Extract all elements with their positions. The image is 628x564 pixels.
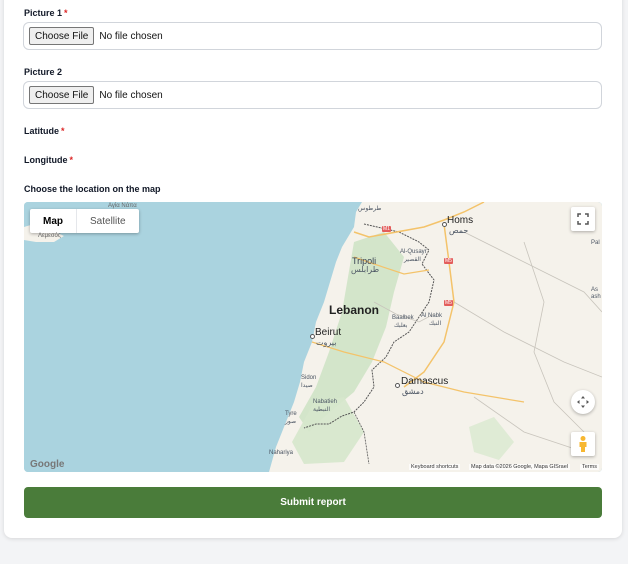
map-label-tyre-ar: صور: [285, 419, 297, 425]
picture2-file-status: No file chosen: [99, 89, 163, 101]
map-type-satellite-button[interactable]: Satellite: [76, 209, 139, 233]
damascus-marker: [395, 383, 400, 388]
latitude-label: Latitude *: [24, 126, 65, 136]
map-label-al-nabk: Al Nabk: [421, 313, 443, 319]
picture2-label: Picture 2: [24, 67, 63, 77]
map-label-lebanon: Lebanon: [329, 303, 379, 317]
map-label-ash: ash: [591, 294, 601, 300]
fullscreen-icon: [577, 213, 589, 225]
camera-control-button[interactable]: [571, 390, 595, 414]
picture1-file-status: No file chosen: [99, 30, 163, 42]
map-terms-link[interactable]: Terms: [580, 464, 599, 470]
map-label-al-nabk-ar: النبك: [429, 321, 442, 327]
map-label-as: As: [591, 287, 599, 293]
map-label-tyre: Tyre: [285, 411, 297, 417]
picture2-file-input[interactable]: Choose File No file chosen: [23, 81, 602, 109]
highway-shield-m5-north: M5: [444, 258, 453, 264]
location-map[interactable]: Map Satellite Lebanon Homs حمص Tripoli ط…: [24, 202, 602, 472]
picture2-choose-file-button[interactable]: Choose File: [29, 86, 95, 104]
longitude-label: Longitude *: [24, 155, 74, 165]
google-logo: Google: [30, 459, 65, 470]
street-view-pegman[interactable]: [571, 432, 595, 456]
map-label-beirut-ar: بيروت: [316, 338, 337, 347]
map-section-label: Choose the location on the map: [24, 184, 161, 194]
map-type-map-button[interactable]: Map: [30, 209, 76, 233]
picture1-choose-file-button[interactable]: Choose File: [29, 27, 95, 45]
beirut-marker: [310, 334, 315, 339]
highway-shield-m5-south: M5: [444, 300, 453, 306]
map-label-baalbek: Baalbek: [392, 315, 414, 321]
fullscreen-button[interactable]: [571, 207, 595, 231]
map-type-control: Map Satellite: [30, 209, 139, 233]
map-label-damascus: Damascus: [401, 376, 449, 387]
submit-report-button[interactable]: Submit report: [24, 487, 602, 518]
map-label-homs: Homs: [447, 215, 474, 226]
map-label-tartus-ar: طرطوس: [358, 206, 382, 212]
map-label-tripoli-ar: طرابلس: [351, 265, 380, 274]
map-label-al-qusayr: Al-Qusayr: [400, 249, 427, 255]
map-label-agia-napa: Αγία Νάπα: [108, 203, 137, 209]
map-label-sidon: Sidon: [301, 375, 317, 381]
picture1-label: Picture 1 *: [24, 8, 68, 18]
map-label-nabatieh: Nabatieh: [313, 399, 338, 405]
map-label-al-qusayr-ar: القصير: [404, 257, 421, 263]
pan-arrows-icon: [577, 396, 589, 408]
map-label-sidon-ar: صيدا: [301, 383, 313, 389]
picture1-file-input[interactable]: Choose File No file chosen: [23, 22, 602, 50]
map-label-damascus-ar: دمشق: [402, 387, 424, 396]
homs-marker: [442, 222, 447, 227]
map-label-lemesos: Λεμεσός: [38, 233, 61, 239]
keyboard-shortcuts-link[interactable]: Keyboard shortcuts: [409, 464, 461, 470]
map-label-beirut: Beirut: [315, 327, 342, 338]
map-label-nabatieh-ar: النبطية: [313, 407, 331, 413]
map-label-homs-ar: حمص: [449, 226, 469, 235]
map-label-nahariya: Nahariya: [269, 450, 294, 456]
map-data-attribution: Map data ©2026 Google, Mapa GISrael: [469, 464, 570, 470]
pegman-icon: [579, 436, 587, 452]
highway-shield-m1: M1: [382, 226, 391, 232]
map-label-pal: Pal: [591, 240, 600, 246]
map-label-baalbek-ar: بعلبك: [394, 323, 408, 329]
